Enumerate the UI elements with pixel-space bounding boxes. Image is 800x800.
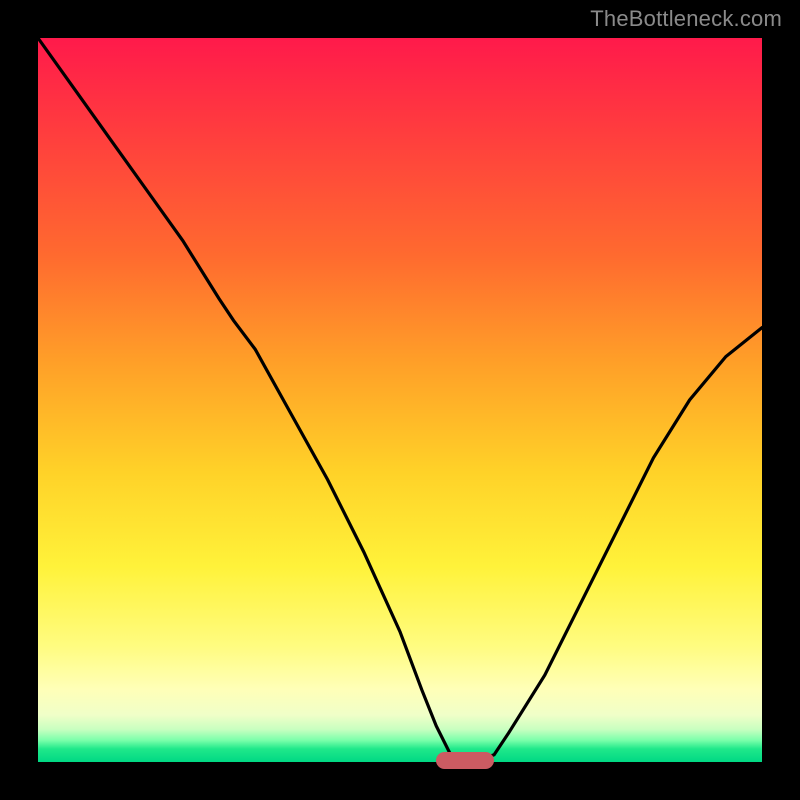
bottleneck-curve bbox=[38, 38, 762, 762]
optimum-marker-pill bbox=[436, 752, 494, 769]
chart-frame: TheBottleneck.com bbox=[0, 0, 800, 800]
chart-svg bbox=[38, 38, 762, 762]
watermark-text: TheBottleneck.com bbox=[590, 6, 782, 32]
